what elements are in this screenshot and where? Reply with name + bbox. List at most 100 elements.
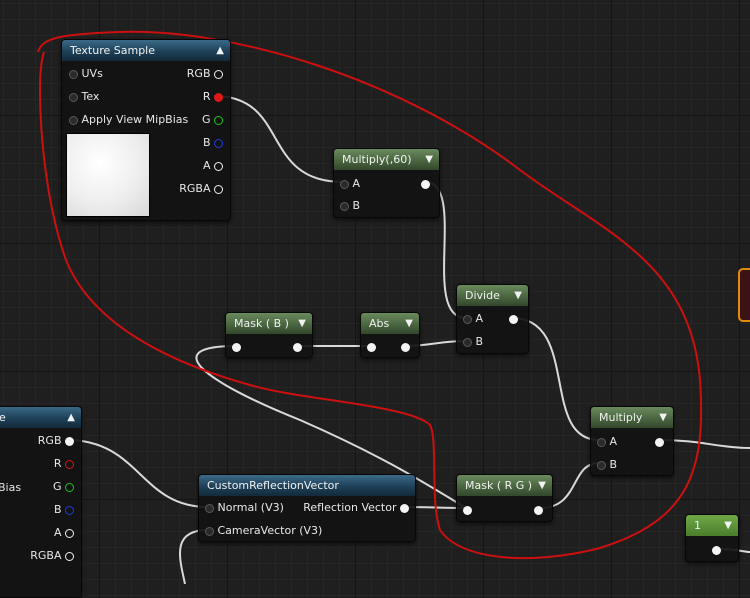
output-reflection-vector[interactable]: Reflection Vector <box>303 500 409 516</box>
texture-sample-partial-header[interactable]: e ▲ <box>0 407 81 428</box>
input-a[interactable]: A <box>340 176 360 192</box>
output-pin[interactable] <box>509 314 518 324</box>
mask-b-node[interactable]: Mask ( B ) ▼ <box>225 312 313 358</box>
input-b[interactable]: B <box>597 457 617 473</box>
input-pin-tex[interactable] <box>69 92 78 102</box>
output-result[interactable] <box>509 311 518 327</box>
chevron-up-icon[interactable]: ▲ <box>216 40 224 61</box>
output-pin[interactable] <box>534 505 543 515</box>
output-g[interactable]: G <box>202 112 223 128</box>
chevron-down-icon[interactable]: ▼ <box>405 313 413 334</box>
output-pin[interactable] <box>293 342 302 352</box>
output-pin-row[interactable] <box>534 502 543 518</box>
input-pin-a[interactable] <box>597 437 606 447</box>
output-b[interactable]: B <box>203 135 223 151</box>
mask-rg-node[interactable]: Mask ( R G ) ▼ <box>456 474 553 522</box>
input-pin-row[interactable] <box>232 339 241 355</box>
multiply-60-node[interactable]: Multiply(,60) ▼ A B <box>333 148 440 218</box>
output-pin[interactable] <box>401 342 410 352</box>
abs-header[interactable]: Abs ▼ <box>361 313 419 334</box>
input-tex[interactable]: Tex <box>69 89 99 105</box>
input-apply-view-mipbias[interactable]: Apply View MipBias <box>69 112 188 128</box>
output-g[interactable]: G <box>53 479 74 495</box>
multiply-node[interactable]: Multiply ▼ A B <box>590 406 674 476</box>
output-pin-rgba[interactable] <box>214 184 223 194</box>
output-pin-r[interactable] <box>65 459 74 469</box>
output-pin[interactable] <box>712 545 721 555</box>
output-rgb[interactable]: RGB <box>187 66 223 82</box>
material-graph-canvas[interactable]: Texture Sample ▲ UVs Tex Apply View MipB… <box>0 0 750 598</box>
input-pin-camera-vector[interactable] <box>205 526 214 536</box>
input-normal[interactable]: Normal (V3) <box>205 500 284 516</box>
output-a[interactable]: A <box>54 525 74 541</box>
input-b[interactable]: B <box>340 198 360 214</box>
output-r[interactable]: R <box>203 89 223 105</box>
chevron-down-icon[interactable]: ▼ <box>298 313 306 334</box>
output-a[interactable]: A <box>203 158 223 174</box>
output-pin-a[interactable] <box>65 528 74 538</box>
texture-sample-node[interactable]: Texture Sample ▲ UVs Tex Apply View MipB… <box>61 39 231 221</box>
output-pin-b[interactable] <box>65 505 74 515</box>
input-a[interactable]: A <box>463 311 483 327</box>
input-uvs[interactable]: UVs <box>69 66 103 82</box>
mask-rg-header[interactable]: Mask ( R G ) ▼ <box>457 475 552 496</box>
output-pin-rgb[interactable] <box>65 436 74 446</box>
input-pin-b[interactable] <box>597 460 606 470</box>
selected-node-edge-partial[interactable] <box>738 268 750 322</box>
output-rgba[interactable]: RGBA <box>30 548 74 564</box>
input-camera-vector[interactable]: CameraVector (V3) <box>205 523 322 539</box>
output-pin-rgb[interactable] <box>214 69 223 79</box>
abs-node[interactable]: Abs ▼ <box>360 312 420 358</box>
mask-b-header[interactable]: Mask ( B ) ▼ <box>226 313 312 334</box>
output-r[interactable]: R <box>54 456 74 472</box>
output-pin-row[interactable] <box>401 339 410 355</box>
input-pin-uvs[interactable] <box>69 69 78 79</box>
constant-node[interactable]: 1 ▼ <box>685 514 739 562</box>
divide-node[interactable]: Divide ▼ A B <box>456 284 529 354</box>
input-pin-row[interactable] <box>463 502 472 518</box>
input-pin[interactable] <box>232 342 241 352</box>
output-result[interactable] <box>655 434 664 450</box>
input-pin-mipbias[interactable] <box>69 115 78 125</box>
output-pin[interactable] <box>655 437 664 447</box>
output-rgb[interactable]: RGB <box>38 433 74 449</box>
output-pin-reflection-vector[interactable] <box>400 503 409 513</box>
input-a[interactable]: A <box>597 434 617 450</box>
node-title: Mask ( B ) <box>234 317 289 330</box>
input-pin-b[interactable] <box>340 201 349 211</box>
custom-reflection-vector-node[interactable]: CustomReflectionVector Normal (V3) Camer… <box>198 474 416 542</box>
input-pin[interactable] <box>367 342 376 352</box>
output-b[interactable]: B <box>54 502 74 518</box>
output-pin-g[interactable] <box>214 115 223 125</box>
input-pin-b[interactable] <box>463 337 472 347</box>
output-pin-row[interactable] <box>712 542 721 558</box>
custom-reflection-vector-header[interactable]: CustomReflectionVector <box>199 475 415 496</box>
input-pin-a[interactable] <box>340 179 349 189</box>
output-pin-a[interactable] <box>214 161 223 171</box>
output-pin-row[interactable] <box>293 339 302 355</box>
output-pin-r[interactable] <box>214 92 223 102</box>
output-pin-b[interactable] <box>214 138 223 148</box>
chevron-down-icon[interactable]: ▼ <box>724 515 732 536</box>
chevron-down-icon[interactable]: ▼ <box>514 285 522 306</box>
input-pin[interactable] <box>463 505 472 515</box>
output-pin[interactable] <box>421 179 430 189</box>
input-pin-normal[interactable] <box>205 503 214 513</box>
output-pin-g[interactable] <box>65 482 74 492</box>
input-pin-a[interactable] <box>463 314 472 324</box>
output-pin-rgba[interactable] <box>65 551 74 561</box>
input-b[interactable]: B <box>463 334 483 350</box>
multiply-header[interactable]: Multiply ▼ <box>591 407 673 428</box>
multiply-60-header[interactable]: Multiply(,60) ▼ <box>334 149 439 170</box>
constant-header[interactable]: 1 ▼ <box>686 515 738 536</box>
texture-sample-header[interactable]: Texture Sample ▲ <box>62 40 230 61</box>
output-rgba[interactable]: RGBA <box>179 181 223 197</box>
texture-sample-node-partial[interactable]: e ▲ pBias RGB R G B A RGBA <box>0 406 82 598</box>
divide-header[interactable]: Divide ▼ <box>457 285 528 306</box>
chevron-down-icon[interactable]: ▼ <box>425 149 433 170</box>
input-pin-row[interactable] <box>367 339 376 355</box>
chevron-down-icon[interactable]: ▼ <box>538 475 546 496</box>
chevron-up-icon[interactable]: ▲ <box>67 407 75 428</box>
chevron-down-icon[interactable]: ▼ <box>659 407 667 428</box>
output-result[interactable] <box>421 176 430 192</box>
